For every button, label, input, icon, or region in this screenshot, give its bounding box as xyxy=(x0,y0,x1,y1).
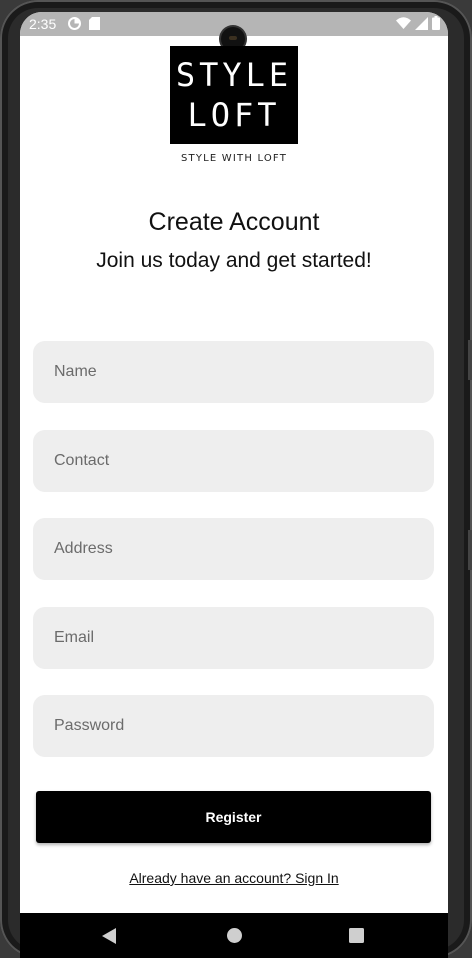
brand-logo: STYLE LOFT xyxy=(170,46,298,144)
email-field[interactable] xyxy=(33,607,434,669)
phone-frame: 2:35 STYLE LOFT STYLE WITH LOFT Create A… xyxy=(0,0,472,958)
back-icon xyxy=(102,927,116,944)
data-saver-icon xyxy=(68,17,81,30)
sign-in-link[interactable]: Already have an account? Sign In xyxy=(20,870,448,886)
password-field[interactable] xyxy=(33,695,434,757)
brand-tagline: STYLE WITH LOFT xyxy=(180,153,288,164)
home-icon xyxy=(226,928,242,943)
navigation-bar xyxy=(20,913,448,958)
sim-card-icon xyxy=(89,17,100,30)
status-right-icons xyxy=(396,16,440,30)
status-time: 2:35 xyxy=(29,16,57,32)
contact-field[interactable] xyxy=(33,430,434,492)
signal-icon xyxy=(415,16,428,30)
logo-line-1: STYLE xyxy=(175,56,293,94)
address-field[interactable] xyxy=(33,518,434,580)
power-button xyxy=(468,530,472,570)
app-screen: 2:35 STYLE LOFT STYLE WITH LOFT Create A… xyxy=(20,12,448,958)
register-button[interactable]: Register xyxy=(36,791,431,843)
name-field[interactable] xyxy=(33,341,434,403)
wifi-icon xyxy=(396,17,411,29)
page-subtitle: Join us today and get started! xyxy=(96,249,372,272)
battery-icon xyxy=(432,16,440,30)
volume-button xyxy=(468,340,472,380)
nav-recents-button[interactable] xyxy=(326,913,386,958)
recents-icon xyxy=(348,928,364,943)
nav-back-button[interactable] xyxy=(79,913,139,958)
logo-line-2: LOFT xyxy=(187,96,281,134)
nav-home-button[interactable] xyxy=(204,913,264,958)
status-left-icons xyxy=(68,17,100,30)
page-title: Create Account xyxy=(148,208,320,236)
